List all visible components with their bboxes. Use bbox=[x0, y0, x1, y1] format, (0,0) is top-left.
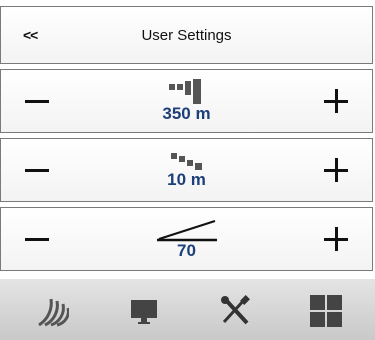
setting-row-step: 10 m bbox=[0, 138, 373, 202]
slope-angle-icon bbox=[156, 220, 217, 242]
bottom-toolbar bbox=[0, 279, 375, 340]
height-value: 350 m bbox=[162, 104, 211, 123]
setting-row-height: 350 m bbox=[0, 69, 373, 133]
increase-step-button[interactable] bbox=[324, 158, 348, 182]
setting-center: 70 bbox=[1, 208, 372, 270]
page-title: User Settings bbox=[141, 26, 232, 44]
grid-icon[interactable] bbox=[308, 293, 344, 329]
step-distance-icon bbox=[170, 153, 202, 170]
step-value: 10 m bbox=[167, 170, 206, 189]
increase-slope-button[interactable] bbox=[324, 227, 348, 251]
setting-center: 10 m bbox=[1, 139, 372, 201]
setting-row-slope: 70 bbox=[0, 207, 373, 271]
increase-height-button[interactable] bbox=[324, 89, 348, 113]
signal-waves-icon[interactable] bbox=[35, 293, 71, 329]
monitor-icon[interactable] bbox=[126, 293, 162, 329]
tools-icon[interactable] bbox=[217, 293, 253, 329]
slope-value: 70 bbox=[177, 241, 196, 260]
bar-height-icon bbox=[168, 79, 201, 104]
header-bar: << User Settings bbox=[0, 6, 373, 64]
setting-center: 350 m bbox=[1, 70, 372, 132]
